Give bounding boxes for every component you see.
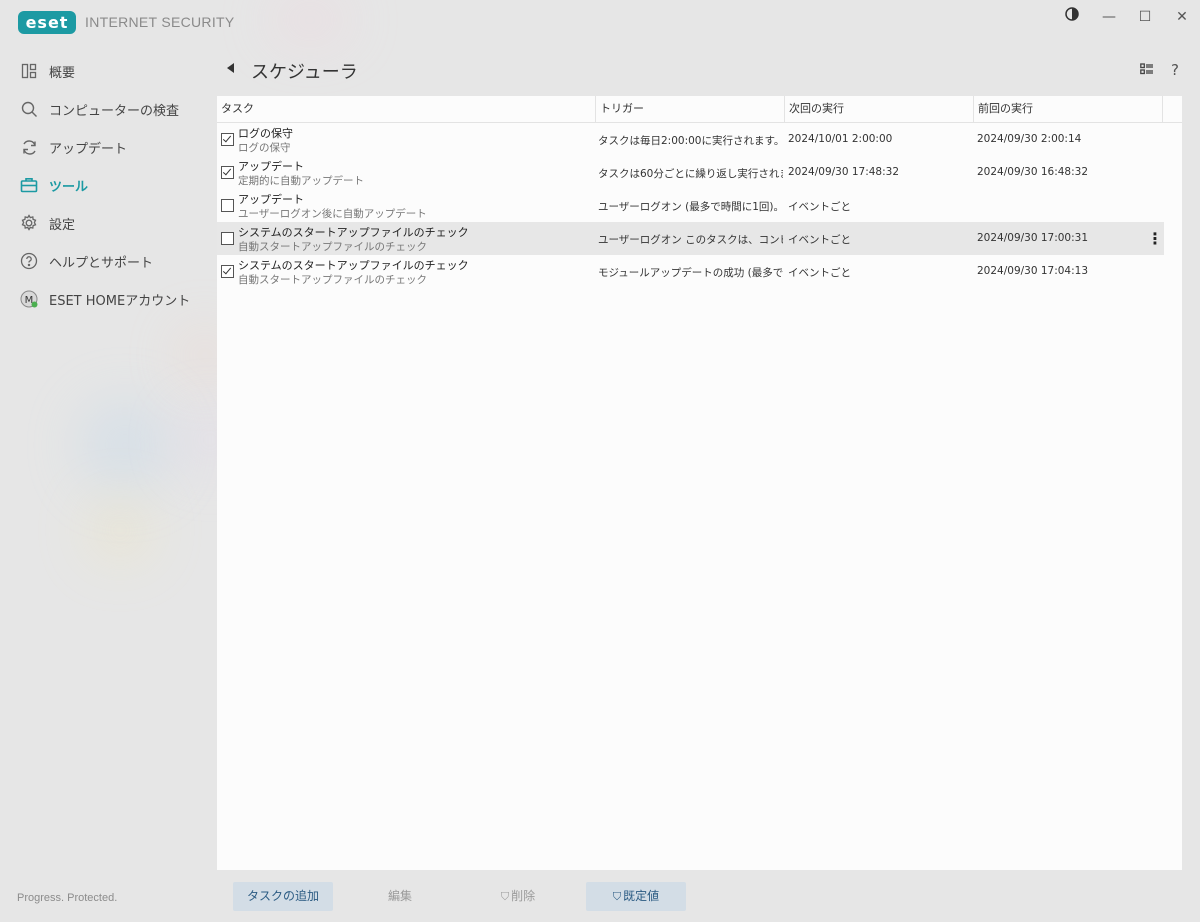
- task-last-run: 2024/09/30 2:00:14: [977, 133, 1082, 145]
- delete-button[interactable]: ⛉ 削除: [468, 882, 568, 911]
- column-header-trigger[interactable]: トリガー: [596, 96, 785, 122]
- footer-tagline: Progress. Protected.: [17, 892, 118, 904]
- toolbox-icon: [20, 176, 38, 194]
- task-next-run: イベントごと: [788, 267, 851, 279]
- task-last-run: 2024/09/30 16:48:32: [977, 166, 1089, 178]
- table-row[interactable]: システムのスタートアップファイルのチェック 自動スタートアップファイルのチェック…: [217, 222, 1164, 255]
- back-arrow-icon[interactable]: [227, 63, 234, 73]
- column-header-task[interactable]: タスク: [217, 96, 596, 122]
- task-name: アップデート: [238, 193, 304, 206]
- task-last-run: 2024/09/30 17:04:13: [977, 265, 1089, 277]
- task-next-run: イベントごと: [788, 201, 851, 213]
- sidebar-item-label: ESET HOMEアカウント: [49, 293, 191, 309]
- sidebar-item-account[interactable]: M ESET HOMEアカウント: [0, 280, 200, 318]
- column-header-next-run[interactable]: 次回の実行: [785, 96, 974, 122]
- table-row[interactable]: アップデート 定期的に自動アップデート タスクは60分ごとに繰り返し実行されま.…: [217, 156, 1164, 189]
- task-enable-checkbox[interactable]: [221, 133, 234, 146]
- table-row[interactable]: アップデート ユーザーログオン後に自動アップデート ユーザーログオン (最多で時…: [217, 189, 1164, 222]
- help-button[interactable]: ?: [1166, 61, 1184, 79]
- sidebar-item-tools[interactable]: ツール: [0, 166, 200, 204]
- task-description: ユーザーログオン後に自動アップデート: [238, 208, 427, 220]
- table-header: タスク トリガー 次回の実行 前回の実行: [217, 96, 1182, 123]
- task-enable-checkbox[interactable]: [221, 232, 234, 245]
- sidebar-item-settings[interactable]: 設定: [0, 204, 200, 242]
- sidebar-item-scan[interactable]: コンピューターの検査: [0, 90, 200, 128]
- table-row[interactable]: ログの保守 ログの保守 タスクは毎日2:00:00に実行されます。 2024/1…: [217, 123, 1164, 156]
- task-trigger: タスクは毎日2:00:00に実行されます。: [598, 135, 783, 147]
- sidebar-item-label: 概要: [49, 65, 76, 81]
- product-name: INTERNET SECURITY: [85, 14, 235, 30]
- shield-icon: ⛉: [612, 890, 622, 903]
- task-enable-checkbox[interactable]: [221, 265, 234, 278]
- minimize-button[interactable]: —: [1094, 6, 1124, 28]
- task-description: ログの保守: [238, 142, 291, 154]
- edit-button[interactable]: 編集: [350, 882, 450, 911]
- default-button-label: 既定値: [623, 889, 660, 903]
- task-trigger: ユーザーログオン このタスクは、コンピュー...: [598, 234, 783, 246]
- task-name: システムのスタートアップファイルのチェック: [238, 226, 469, 239]
- background-blur: [90, 500, 150, 560]
- scheduler-table: タスク トリガー 次回の実行 前回の実行 ログの保守 ログの保守 タスクは毎日2…: [217, 96, 1182, 870]
- search-icon: [20, 100, 38, 118]
- column-header-last-run[interactable]: 前回の実行: [974, 96, 1163, 122]
- sidebar: 概要 コンピューターの検査 アップデート ツール 設定 ヘルプとサポート M E…: [0, 52, 200, 318]
- shield-icon: ⛉: [500, 890, 510, 903]
- sidebar-item-label: ツール: [49, 179, 89, 195]
- close-button[interactable]: ✕: [1167, 6, 1197, 28]
- maximize-button[interactable]: ☐: [1130, 6, 1160, 28]
- table-row[interactable]: システムのスタートアップファイルのチェック 自動スタートアップファイルのチェック…: [217, 255, 1164, 288]
- sidebar-item-update[interactable]: アップデート: [0, 128, 200, 166]
- background-blur: [80, 400, 170, 490]
- eset-logo: eset: [18, 11, 76, 34]
- sidebar-item-label: アップデート: [49, 141, 128, 157]
- help-icon: [20, 252, 38, 270]
- account-icon: M: [20, 290, 38, 308]
- sidebar-item-help[interactable]: ヘルプとサポート: [0, 242, 200, 280]
- task-description: 定期的に自動アップデート: [238, 175, 364, 187]
- task-enable-checkbox[interactable]: [221, 199, 234, 212]
- contrast-icon[interactable]: [1057, 6, 1087, 28]
- task-description: 自動スタートアップファイルのチェック: [238, 274, 427, 286]
- task-next-run: 2024/10/01 2:00:00: [788, 133, 893, 145]
- task-name: アップデート: [238, 160, 304, 173]
- add-task-button[interactable]: タスクの追加: [233, 882, 333, 911]
- refresh-icon: [20, 138, 38, 156]
- task-trigger: モジュールアップデートの成功 (最多で時...: [598, 267, 783, 279]
- sidebar-item-overview[interactable]: 概要: [0, 52, 200, 90]
- delete-button-label: 削除: [511, 889, 536, 903]
- sidebar-item-label: 設定: [49, 217, 76, 233]
- task-trigger: ユーザーログオン (最多で時間に1回)。: [598, 201, 783, 213]
- page-title: スケジューラ: [251, 62, 358, 83]
- sidebar-item-label: コンピューターの検査: [49, 103, 180, 119]
- task-name: システムのスタートアップファイルのチェック: [238, 259, 469, 272]
- task-enable-checkbox[interactable]: [221, 166, 234, 179]
- task-description: 自動スタートアップファイルのチェック: [238, 241, 427, 253]
- dashboard-icon: [20, 62, 38, 80]
- more-options-icon[interactable]: ⋮: [1147, 230, 1163, 248]
- task-next-run: 2024/09/30 17:48:32: [788, 166, 900, 178]
- sidebar-item-label: ヘルプとサポート: [49, 255, 154, 271]
- task-next-run: イベントごと: [788, 234, 851, 246]
- title-bar: eset INTERNET SECURITY — ☐ ✕: [0, 0, 1200, 44]
- gear-icon: [20, 214, 38, 232]
- default-button[interactable]: ⛉ 既定値: [586, 882, 686, 911]
- task-name: ログの保守: [238, 127, 293, 140]
- view-toggle-icon[interactable]: [1138, 61, 1156, 79]
- task-trigger: タスクは60分ごとに繰り返し実行されま...: [598, 168, 783, 180]
- task-last-run: 2024/09/30 17:00:31: [977, 232, 1089, 244]
